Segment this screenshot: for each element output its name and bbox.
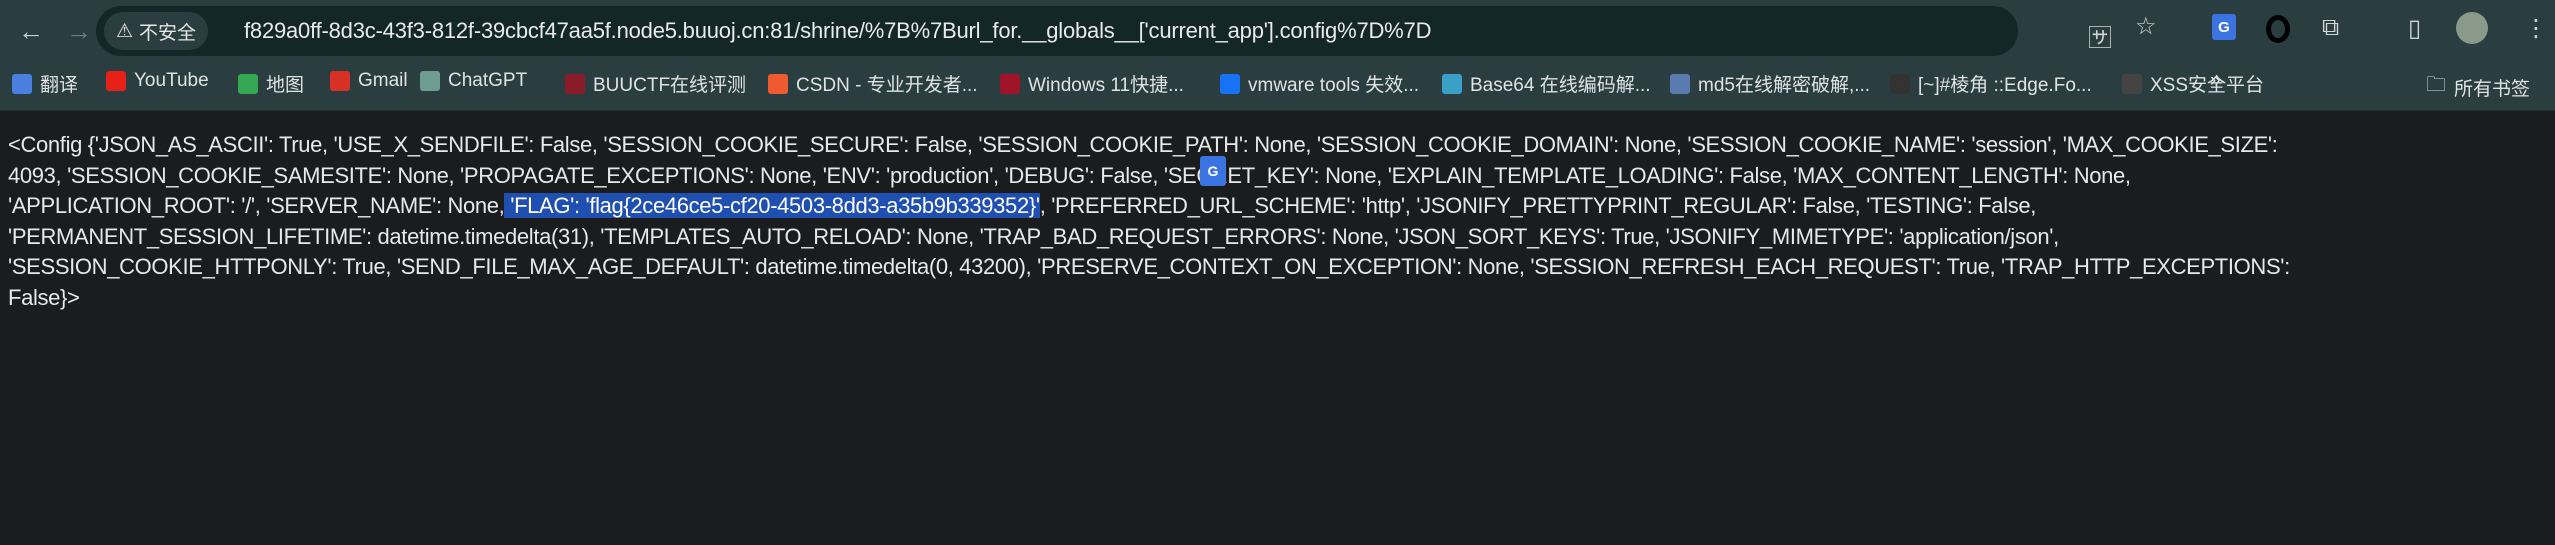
bookmark-item[interactable]: Windows 11快捷... [1000,70,1184,97]
profile-avatar[interactable] [2456,12,2488,44]
config-text: 'PERMANENT_SESSION_LIFETIME': datetime.t… [8,223,2059,249]
bookmark-item[interactable]: XSS安全平台 [2122,70,2264,97]
windows-n-icon [1000,73,1020,94]
bookmarks-more-button[interactable]: » [2210,70,2221,92]
bookmark-label: XSS安全平台 [2150,75,2265,96]
bookmark-item[interactable]: 地图 [238,70,304,97]
forward-button[interactable]: → [62,14,96,48]
translate-page-icon[interactable]: 🈂 [2088,18,2112,53]
all-bookmarks-button[interactable]: 🗀 所有书签 [2426,70,2530,104]
bookmark-item[interactable]: ChatGPT [420,70,527,92]
bookmark-item[interactable]: Gmail [330,70,408,92]
bookmark-item[interactable]: CSDN - 专业开发者... [768,70,978,97]
gmail-icon [330,71,350,91]
folder-icon: 🗀 [2426,74,2446,96]
maps-pin-icon [238,73,258,94]
bookmark-label: 地图 [266,75,305,96]
bookmark-label: ChatGPT [448,70,528,91]
bookmark-label: CSDN - 专业开发者... [796,75,978,96]
more-label: » [2210,70,2221,91]
bookmark-item[interactable]: BUUCTF在线评测 [565,70,746,97]
bookmark-label: [~]#棱角 ::Edge.Fo... [1918,75,2092,96]
config-line: <Config {'JSON_AS_ASCII': True, 'USE_X_S… [8,130,2290,161]
warning-icon: ⚠ [116,20,134,42]
selected-flag-text: 'FLAG': 'flag{2ce46ce5-cf20-4503-8dd3-a3… [504,193,1040,218]
bookmark-label: Windows 11快捷... [1028,75,1184,96]
back-button[interactable]: ← [14,14,48,48]
bookmark-label: Gmail [358,70,408,91]
config-text: , 'PREFERRED_URL_SCHEME': 'http', 'JSONI… [1039,193,2037,218]
chatgpt-icon [420,71,440,91]
menu-kebab-icon[interactable]: ⋮ [2524,14,2548,43]
config-text: <Config {'JSON_AS_ASCII': True, 'USE_X_S… [8,132,2278,157]
config-line: 'SESSION_COOKIE_HTTPONLY': True, 'SEND_F… [8,252,2290,283]
xss-icon [2122,73,2142,94]
bookmark-label: md5在线解密破解,... [1698,75,1871,96]
config-line: False}> [8,283,2290,314]
google-translate-extension-icon[interactable]: G [2212,14,2236,40]
bookmark-label: vmware tools 失效... [1248,75,1420,96]
config-text: 'SESSION_COOKIE_HTTPONLY': True, 'SEND_F… [8,254,2290,279]
bookmark-item[interactable]: Base64 在线编码解... [1442,70,1651,97]
bookmark-label: 翻译 [40,75,79,96]
youtube-icon [106,71,126,91]
bookmark-label: YouTube [134,70,209,91]
bookmark-item[interactable]: [~]#棱角 ::Edge.Fo... [1890,70,2092,97]
security-chip[interactable]: ⚠ 不安全 [104,12,209,50]
config-line: 4093, 'SESSION_COOKIE_SAMESITE': None, '… [8,161,2290,192]
google-translate-icon[interactable]: G [1200,156,1226,186]
buuctf-icon [565,73,585,94]
security-label: 不安全 [139,22,197,44]
config-text: 4093, 'SESSION_COOKIE_SAMESITE': None, '… [8,162,2131,188]
google-translate-icon [12,73,32,94]
page-content: <Config {'JSON_AS_ASCII': True, 'USE_X_S… [8,130,2290,313]
config-line: 'PERMANENT_SESSION_LIFETIME': datetime.t… [8,222,2290,253]
base64-icon [1442,73,1462,94]
bookmark-item[interactable]: 翻译 [12,70,78,97]
bookmark-item[interactable]: vmware tools 失效... [1220,70,1419,97]
address-bar[interactable]: ⚠ 不安全 f829a0ff-8d3c-43f3-812f-39cbcf47aa… [96,6,2112,56]
zhihu-icon [1220,73,1240,94]
browser-toolbar: ← → ↻ ⌂ ⚠ 不安全 f829a0ff-8d3c-43f3-812f-39… [0,0,2555,60]
bookmark-label: Base64 在线编码解... [1470,75,1651,96]
bookmark-item[interactable]: YouTube [106,70,209,92]
csdn-icon [768,73,788,94]
edge-forum-icon [1890,73,1910,94]
config-text: False}> [8,284,80,310]
bookmark-label: BUUCTF在线评测 [593,75,747,96]
md5-icon [1670,73,1690,94]
url-text[interactable]: f829a0ff-8d3c-43f3-812f-39cbcf47aa5f.nod… [244,18,1431,44]
bookmark-star-icon[interactable]: ☆ [2135,12,2157,41]
side-panel-icon[interactable]: ▯ [2408,14,2421,43]
config-line: 'APPLICATION_ROOT': '/', 'SERVER_NAME': … [8,191,2290,222]
all-bookmarks-label: 所有书签 [2454,78,2531,100]
extension-ring-icon[interactable] [2266,15,2290,43]
config-text: 'APPLICATION_ROOT': '/', 'SERVER_NAME': … [8,193,505,218]
bookmark-item[interactable]: md5在线解密破解,... [1670,70,1870,97]
extensions-puzzle-icon[interactable]: ⧉ [2322,14,2339,42]
